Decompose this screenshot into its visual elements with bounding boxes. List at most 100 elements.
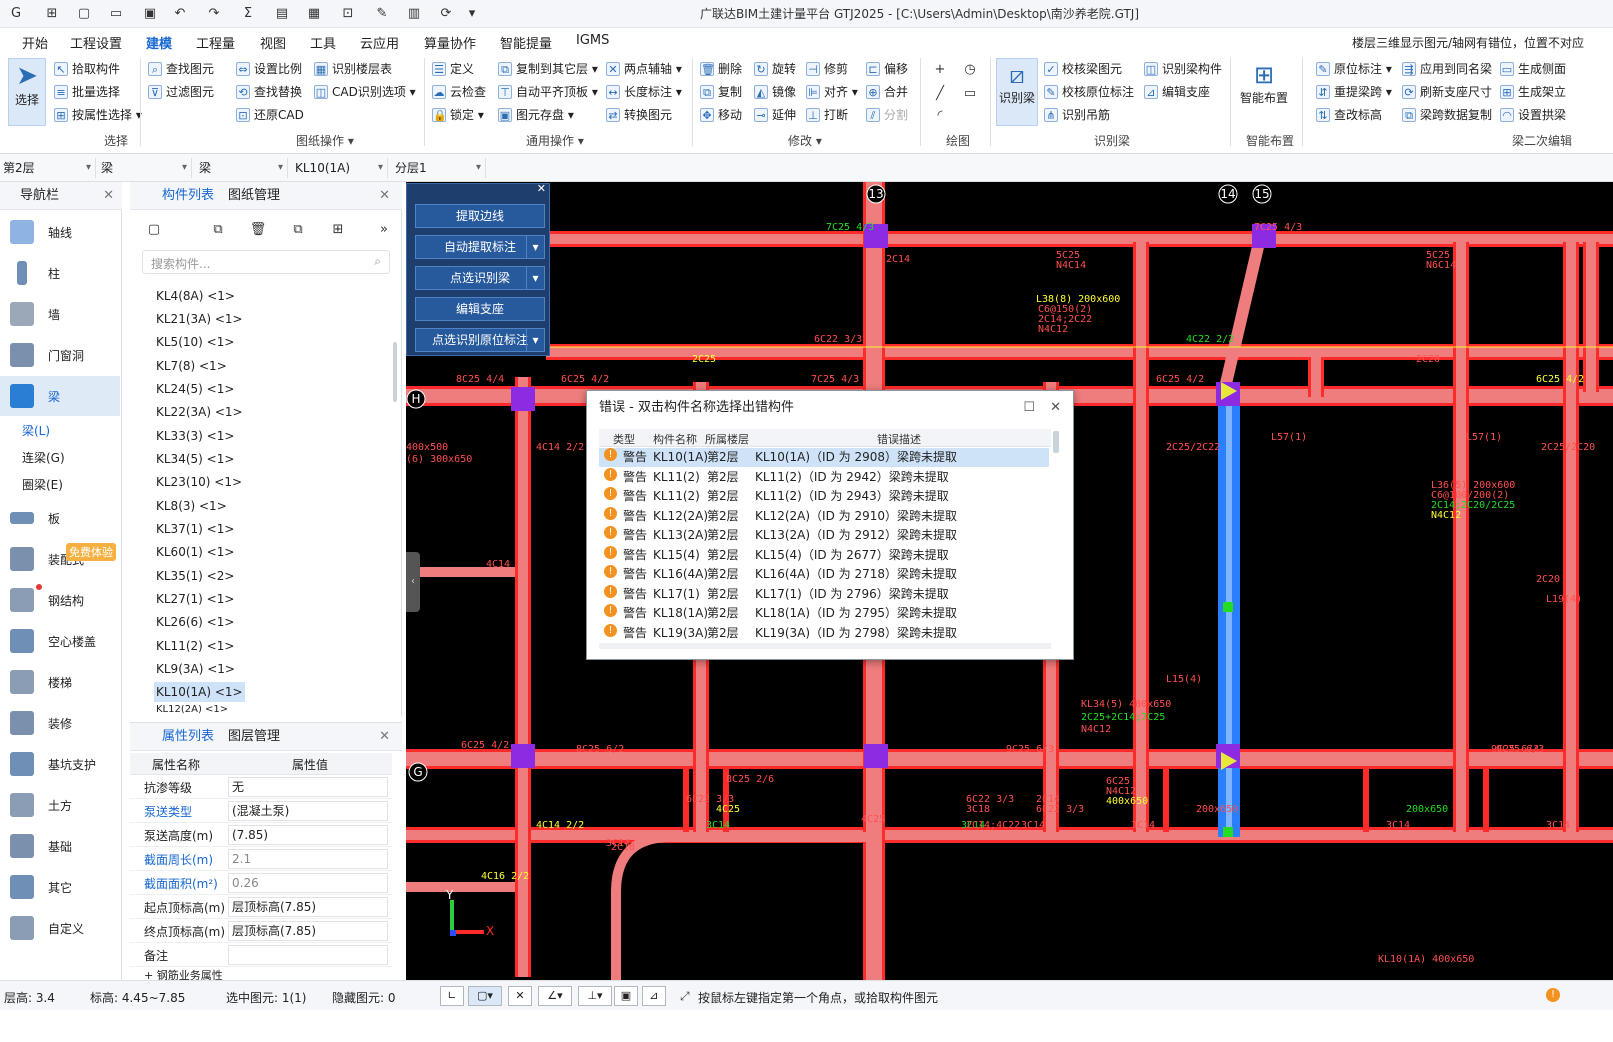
arc-icon[interactable]: ◜: [930, 106, 950, 126]
select-by-property-button[interactable]: ⊞ 按属性选择 ▾: [54, 105, 142, 125]
column[interactable]: [511, 387, 535, 411]
click-recognize-beam-button[interactable]: 点选识别梁 ▾: [415, 266, 545, 290]
dropdown-arrow-icon[interactable]: ▾: [526, 267, 544, 289]
check-beam-button[interactable]: ✓ 校核梁图元: [1044, 59, 1122, 79]
list-item[interactable]: KL9(3A) <1>: [154, 659, 237, 679]
cad-options-button[interactable]: ◫ CAD识别选项 ▾: [314, 82, 416, 102]
maximize-icon[interactable]: ☐: [1023, 391, 1035, 425]
menu-collab[interactable]: 算量协作: [424, 33, 476, 52]
merge-button[interactable]: ⊕ 合并: [866, 82, 908, 102]
tab-component-list[interactable]: 构件列表: [162, 182, 214, 210]
recognize-beam-button[interactable]: ⧄ 识别梁: [996, 58, 1038, 126]
list-item[interactable]: KL34(5) <1>: [154, 449, 236, 469]
nav-item-foundation[interactable]: 基础: [0, 826, 120, 866]
generate-side-button[interactable]: ▭ 生成侧面: [1500, 59, 1566, 79]
error-row[interactable]: ! 警告 KL15(4) 第2层 KL15(4)（ID 为 2677）梁跨未提取: [599, 545, 1049, 565]
edit-support-panel-button[interactable]: 编辑支座: [415, 297, 545, 321]
move-button[interactable]: ✥ 移动: [700, 105, 742, 125]
nav-item-pit-support[interactable]: 基坑支护: [0, 744, 120, 784]
nav-item-steel[interactable]: 钢结构: [0, 580, 120, 620]
blank-file-icon[interactable]: ▢: [74, 4, 94, 24]
redo-icon[interactable]: ↷: [204, 4, 224, 24]
error-component-name[interactable]: KL15(4): [653, 546, 700, 565]
error-row[interactable]: ! 警告 KL16(4A) 第2层 KL16(4A)（ID 为 2718）梁跨未提取: [599, 565, 1049, 584]
find-element-button[interactable]: ⌕ 查找图元: [148, 59, 214, 79]
auto-extract-label-button[interactable]: 自动提取标注 ▾: [415, 235, 545, 259]
error-component-name[interactable]: KL18(1A): [653, 604, 708, 623]
restore-cad-button[interactable]: ⊡ 还原CAD: [236, 105, 304, 125]
set-scale-button[interactable]: ⇔ 设置比例: [236, 59, 302, 79]
tab-drawing-manage[interactable]: 图纸管理: [228, 182, 280, 210]
error-row[interactable]: ! 警告 KL10(1A) 第2层 KL10(1A)（ID 为 2908）梁跨未提取: [599, 448, 1049, 467]
close-icon[interactable]: ✕: [103, 182, 114, 210]
line-icon[interactable]: ╱: [930, 84, 950, 104]
dropdown-arrow-icon[interactable]: ▾: [526, 236, 544, 258]
vertical-beam[interactable]: [1456, 242, 1466, 832]
close-icon[interactable]: ✕: [1050, 391, 1061, 425]
layer-select[interactable]: 分层1: [392, 158, 486, 178]
nav-item-prefab[interactable]: 装配式 免费体验: [0, 539, 120, 579]
error-component-name[interactable]: KL11(2): [653, 468, 700, 487]
copy-to-other-floor-button[interactable]: ⧉ 复制到其它层 ▾: [498, 59, 598, 79]
copy-span-data-button[interactable]: ⧉ 梁跨数据复制: [1402, 105, 1492, 125]
select-button[interactable]: ➤ 选择: [8, 58, 46, 126]
point-icon[interactable]: +: [930, 60, 950, 80]
selected-beam-core[interactable]: [1226, 392, 1232, 837]
menu-view[interactable]: 视图: [260, 33, 286, 52]
generate-erection-button[interactable]: ⊞ 生成架立: [1500, 82, 1566, 102]
menu-tools[interactable]: 工具: [310, 33, 336, 52]
property-value[interactable]: [228, 945, 388, 965]
auto-align-slab-button[interactable]: ⊤ 自动平齐顶板 ▾: [498, 82, 598, 102]
error-component-name[interactable]: KL10(1A): [653, 448, 708, 467]
list-item[interactable]: KL5(10) <1>: [154, 332, 236, 352]
component-select[interactable]: KL10(1A): [292, 158, 388, 178]
nav-item-wall[interactable]: 墙: [0, 294, 120, 334]
extend-button[interactable]: ⊸ 延伸: [754, 105, 796, 125]
nav-item-slab[interactable]: 板: [0, 498, 120, 538]
delete-button[interactable]: 🗑 删除: [700, 59, 742, 79]
floor-select[interactable]: 第2层: [0, 158, 96, 178]
recognize-hanger-button[interactable]: ⋔ 识别吊筋: [1044, 105, 1110, 125]
dropdown-arrow-icon[interactable]: ▾: [526, 329, 544, 351]
edit-icon[interactable]: ✎: [372, 4, 392, 24]
error-row[interactable]: ! 警告 KL17(1) 第2层 KL17(1)（ID 为 2796）梁跨未提取: [599, 584, 1049, 604]
column[interactable]: [511, 744, 535, 768]
tab-layer-manage[interactable]: 图层管理: [228, 723, 280, 751]
mirror-button[interactable]: ◭ 镜像: [754, 82, 796, 102]
edit-support-button[interactable]: ⊿ 编辑支座: [1144, 82, 1210, 102]
list-item[interactable]: KL7(8) <1>: [154, 356, 229, 376]
list-item[interactable]: KL21(3A) <1>: [154, 309, 245, 329]
sync-icon[interactable]: ⟳: [436, 4, 456, 24]
click-recognize-annotation-button[interactable]: 点选识别原位标注 ▾: [415, 328, 545, 352]
new-component-icon[interactable]: ▢: [144, 220, 164, 240]
copy-button[interactable]: ⧉ 复制: [700, 82, 742, 102]
property-value[interactable]: 无: [228, 777, 388, 797]
property-value[interactable]: 层顶标高(7.85): [228, 921, 388, 941]
refresh-support-button[interactable]: ⟳ 刷新支座尺寸: [1402, 82, 1492, 102]
undo-icon[interactable]: ↶: [170, 4, 190, 24]
property-value[interactable]: 层顶标高(7.85): [228, 897, 388, 917]
delete-component-icon[interactable]: 🗑: [248, 220, 268, 240]
sub-item-ring-beam[interactable]: 圈梁(E): [22, 476, 63, 493]
sum-icon[interactable]: Σ: [238, 4, 258, 24]
menu-smart-extract[interactable]: 智能提量: [500, 33, 552, 52]
dimension-input-icon[interactable]: ⊥▾: [578, 986, 612, 1006]
apply-same-name-button[interactable]: ⇶ 应用到同名梁: [1402, 59, 1492, 79]
clock-icon[interactable]: ◷: [960, 60, 980, 80]
smart-layout-button[interactable]: ⊞ 智能布置: [1236, 58, 1292, 126]
split-button[interactable]: ⫽ 分割: [866, 105, 908, 125]
nav-item-hollow-floor[interactable]: 空心楼盖: [0, 621, 120, 661]
nav-item-door-window[interactable]: 门窗洞: [0, 335, 120, 375]
extract-edge-button[interactable]: 提取边线: [415, 204, 545, 228]
error-row[interactable]: ! 警告 KL11(2) 第2层 KL11(2)（ID 为 2942）梁跨未提取: [599, 467, 1049, 487]
open-folder-icon[interactable]: ▭: [106, 4, 126, 24]
list-item[interactable]: KL4(8A) <1>: [154, 286, 237, 306]
snap-rect-icon[interactable]: ▢▾: [468, 986, 502, 1006]
grip-point[interactable]: [1223, 827, 1233, 837]
more-icon[interactable]: »: [374, 220, 394, 240]
list-item[interactable]: KL11(2) <1>: [154, 636, 236, 656]
horizontal-beam[interactable]: [406, 882, 521, 892]
menu-quantities[interactable]: 工程量: [196, 33, 235, 52]
two-point-axis-button[interactable]: ✕ 两点辅轴 ▾: [606, 59, 682, 79]
break-button[interactable]: ⊥ 打断: [806, 105, 848, 125]
